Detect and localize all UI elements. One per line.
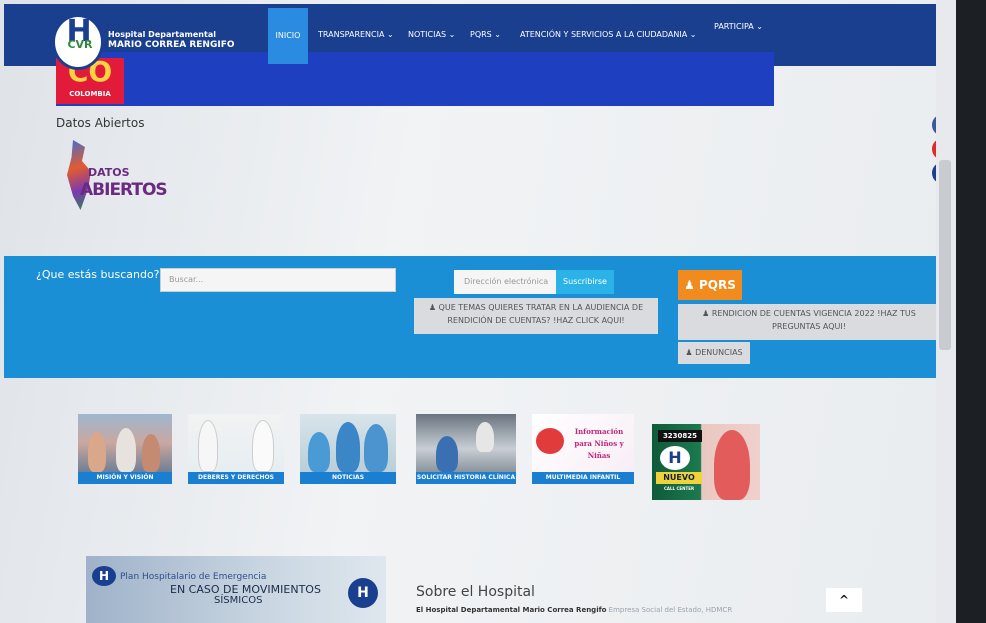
rendicion-button[interactable]: ♟ RENDICION DE CUENTAS VIGENCIA 2022 !HA… [678, 304, 940, 340]
person-figure [116, 428, 136, 472]
person-figure [364, 424, 388, 472]
tile-call-center[interactable]: 3230825 H NUEVO CALL CENTER [652, 424, 760, 510]
hospital-logo: H [348, 578, 378, 608]
user-icon: ♟ [684, 278, 700, 292]
tile-deberes-derechos[interactable]: DEBERES Y DERECHOS [188, 414, 284, 484]
person-figure [436, 436, 458, 472]
person-figure [714, 430, 750, 500]
sobre-hospital-title: Sobre el Hospital [416, 584, 535, 600]
nav-noticias[interactable]: NOTICIAS ⌄ [408, 30, 464, 44]
browser-viewport: CO COLOMBIA H CVR Hospital Departamental… [0, 0, 986, 623]
nav-inicio[interactable]: INICIO [268, 8, 308, 64]
monitor-bezel [956, 0, 986, 623]
nav-pqrs[interactable]: PQRS ⌄ [470, 30, 508, 44]
search-label: ¿Que estás buscando? [36, 268, 160, 281]
audiencia-button[interactable]: ♟ QUE TEMAS QUIERES TRATAR EN LA AUDIENC… [414, 298, 658, 334]
sobre-text-muted: Empresa Social del Estado, HDMCR [606, 606, 733, 614]
tile-label: NOTICIAS [300, 472, 396, 484]
tile-label: DEBERES Y DERECHOS [188, 472, 284, 484]
audiencia-label: QUE TEMAS QUIERES TRATAR EN LA AUDIENCIA… [438, 303, 644, 325]
hospital-logo: H [660, 446, 690, 470]
scrollbar-thumb[interactable] [939, 160, 951, 350]
datos-abiertos-title: Datos Abiertos [56, 116, 145, 130]
pqrs-button[interactable]: ♟ PQRS [678, 270, 742, 300]
search-input[interactable]: Buscar... [160, 268, 396, 292]
person-figure [336, 422, 360, 472]
hospital-name-line2[interactable]: MARIO CORREA RENGIFO [108, 40, 238, 52]
tile-noticias[interactable]: NOTICIAS [300, 414, 396, 484]
tile-historia-clinica[interactable]: SOLICITAR HISTORIA CLÍNICA [416, 414, 516, 484]
pqrs-label: PQRS [699, 278, 736, 292]
back-to-top-button[interactable]: ^ [826, 588, 862, 612]
tile-multimedia-infantil[interactable]: Información para Niños y Niñas MULTIMEDI… [532, 414, 634, 484]
nav-atencion[interactable]: ATENCIÓN Y SERVICIOS A LA CIUDADANIA ⌄ [520, 30, 700, 44]
header-banner [56, 52, 774, 106]
denuncias-button[interactable]: ♟ DENUNCIAS [678, 342, 750, 364]
cartoon-icon [536, 428, 564, 454]
person-figure [476, 422, 494, 452]
tile-mision-vision[interactable]: MISIÓN Y VISIÓN [78, 414, 172, 484]
datos-logo-line1: DATOS [88, 166, 130, 179]
person-figure [198, 420, 218, 472]
tile-art-text: Información para Niños y Niñas [574, 427, 624, 460]
nav-transparencia[interactable]: TRANSPARENCIA ⌄ [318, 30, 404, 44]
person-figure [142, 434, 160, 472]
call-center-badge: NUEVO [656, 472, 702, 484]
hospital-logo: H [92, 566, 116, 586]
tile-label: MISIÓN Y VISIÓN [78, 472, 172, 484]
subscribe-button[interactable]: Suscribirse [556, 270, 614, 294]
person-figure [252, 420, 274, 472]
person-figure [308, 432, 330, 472]
user-icon: ♟ [685, 348, 696, 357]
tile-label: MULTIMEDIA INFANTIL [532, 472, 634, 484]
sobre-text-bold: El Hospital Departamental Mario Correa R… [416, 606, 607, 614]
user-icon: ♟ [428, 303, 439, 312]
call-center-badge-sub: CALL CENTER [663, 486, 695, 491]
call-center-phone: 3230825 [658, 430, 702, 442]
denuncias-label: DENUNCIAS [695, 348, 743, 357]
tile-label: SOLICITAR HISTORIA CLÍNICA [416, 472, 516, 484]
tile-image [416, 414, 516, 472]
nav-participa[interactable]: PARTICIPA ⌄ [714, 22, 774, 36]
plan-subtitle-2: SÍSMICOS [214, 595, 263, 606]
colombia-label: COLOMBIA [69, 90, 111, 98]
rendicion-label: RENDICION DE CUENTAS VIGENCIA 2022 !HAZ … [711, 309, 916, 331]
person-figure [88, 432, 106, 472]
user-icon: ♟ [702, 309, 712, 318]
email-field[interactable]: Dirección electrónica [454, 270, 558, 294]
hospital-logo-sub: CVR [67, 38, 93, 51]
datos-logo-line2: ABIERTOS [80, 180, 168, 200]
